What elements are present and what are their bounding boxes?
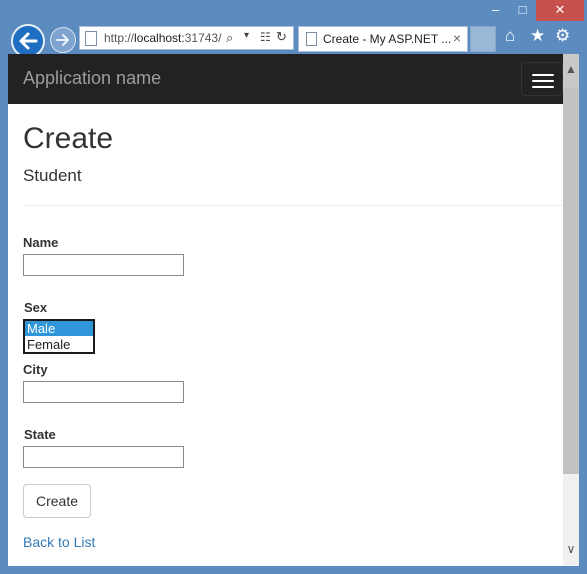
name-input[interactable] [23,254,184,276]
divider [23,205,563,206]
back-button[interactable] [11,24,45,58]
state-input[interactable] [23,446,184,468]
compatibility-icon[interactable]: ☷ [260,30,271,44]
brand-link[interactable]: Application name [23,68,161,89]
hamburger-icon [532,86,554,88]
star-icon[interactable]: ★ [530,26,545,46]
title-bar: – □ ✕ [0,0,587,22]
gear-icon[interactable]: ⚙ [555,26,570,46]
close-tab-icon[interactable]: × [453,30,461,46]
browser-toolbar: http://localhost:31743/ ⌕ ▾ ☷ ↻ Create -… [0,22,587,58]
back-arrow-icon [19,32,38,50]
page-viewport: Application name Create Student Name Sex… [8,54,579,566]
name-label: Name [23,235,59,250]
hamburger-icon [532,80,554,82]
hamburger-icon [532,74,554,76]
scroll-thumb[interactable] [563,88,579,474]
scroll-down-chevron-icon[interactable]: ∨ [563,532,579,566]
site-navbar: Application name [8,54,563,104]
scroll-up-arrow-icon[interactable]: ▲ [563,54,579,88]
tab-title: Create - My ASP.NET ... [323,32,452,46]
create-button[interactable]: Create [23,484,91,518]
address-text[interactable]: http://localhost:31743/ [104,31,224,45]
city-label: City [23,362,48,377]
search-icon[interactable]: ⌕ [226,30,233,46]
page-icon [85,31,97,46]
address-scheme: http:// [104,31,135,45]
forward-button[interactable] [50,27,76,53]
city-input[interactable] [23,381,184,403]
address-bar[interactable]: http://localhost:31743/ ⌕ ▾ ☷ ↻ [79,26,294,50]
sex-option-female[interactable]: Female [25,337,93,352]
minimize-button[interactable]: – [482,0,509,21]
maximize-button[interactable]: □ [509,0,536,21]
vertical-scrollbar[interactable]: ▲ ∨ [563,54,579,566]
sex-label: Sex [24,300,48,315]
close-window-button[interactable]: ✕ [536,0,584,21]
new-tab-button[interactable] [470,26,496,52]
address-port: :31743/ [181,31,222,45]
state-label: State [24,427,56,442]
page-subtitle: Student [23,166,82,185]
browser-window: – □ ✕ http://localhost:31743/ ⌕ ▾ ☷ ↻ Cr… [0,0,587,574]
menu-toggle-button[interactable] [521,62,563,96]
page-title: Create [23,122,114,155]
forward-arrow-icon [56,34,69,46]
browser-tab[interactable]: Create - My ASP.NET ... × [298,26,468,52]
dropdown-icon[interactable]: ▾ [244,30,249,41]
sex-listbox[interactable]: Male Female [23,319,95,354]
page-icon [306,32,317,46]
back-to-list-link[interactable]: Back to List [23,534,95,550]
address-host: localhost [134,31,182,45]
home-icon[interactable]: ⌂ [505,26,515,46]
refresh-icon[interactable]: ↻ [276,29,287,45]
sex-option-male[interactable]: Male [25,321,93,336]
